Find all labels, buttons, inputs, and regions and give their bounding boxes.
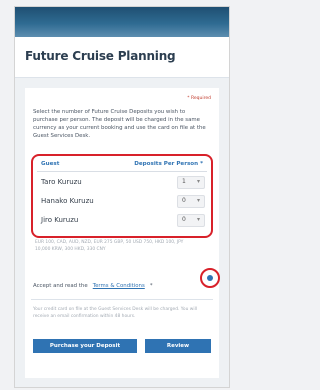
ocean-banner-image [15,7,229,37]
accept-terms-row: Accept and read the Terms & Conditions * [33,272,193,289]
required-asterisk: * [149,283,153,289]
required-note: * Required [187,96,211,101]
purchase-deposit-button[interactable]: Purchase your Deposit [33,339,137,353]
page-title: Future Cruise Planning [25,49,176,63]
table-row: Hanako Kuruzu 0 ▾ [41,194,205,208]
review-button[interactable]: Review [145,339,211,353]
deposit-quantity-value: 0 [182,197,186,204]
guest-name: Hanako Kuruzu [41,197,94,205]
page-header: Future Cruise Planning [15,37,229,78]
accept-terms-label: Accept and read the [33,283,88,289]
content-area: * Required Select the number of Future C… [15,78,229,387]
section-divider [31,299,213,300]
deposit-form-card: * Required Select the number of Future C… [25,88,220,378]
table-row: Jiro Kuruzu 0 ▾ [41,213,205,227]
chevron-down-icon: ▾ [196,216,200,223]
deposit-quantity-value: 0 [182,216,186,223]
deposits-column-header: Deposits Per Person * [134,161,203,167]
guest-name: Taro Kuruzu [41,178,82,186]
toggle-knob [207,275,213,281]
table-header-divider [37,171,207,172]
app-screen: Future Cruise Planning * Required Select… [14,6,230,388]
deposit-quantity-select[interactable]: 0 ▾ [177,214,205,227]
charge-note: Your credit card on file at the Guest Se… [33,307,198,319]
guest-deposit-table: Guest Deposits Per Person * Taro Kuruzu … [31,154,213,238]
deposit-quantity-select[interactable]: 0 ▾ [177,195,205,208]
terms-conditions-link[interactable]: Terms & Conditions [93,283,145,289]
table-row: Taro Kuruzu 1 ▾ [41,175,205,189]
chevron-down-icon: ▾ [196,178,200,185]
deposit-quantity-value: 1 [182,178,186,185]
currency-fine-print: EUR 100, CAD, AUD, NZD, EUR 275 GBP, 50 … [35,240,184,252]
deposit-quantity-select[interactable]: 1 ▾ [177,176,205,189]
guest-name: Jiro Kuruzu [41,216,79,224]
instruction-text: Select the number of Future Cruise Depos… [33,109,206,139]
guest-column-header: Guest [41,161,60,167]
accept-terms-toggle[interactable] [200,268,220,288]
chevron-down-icon: ▾ [196,197,200,204]
